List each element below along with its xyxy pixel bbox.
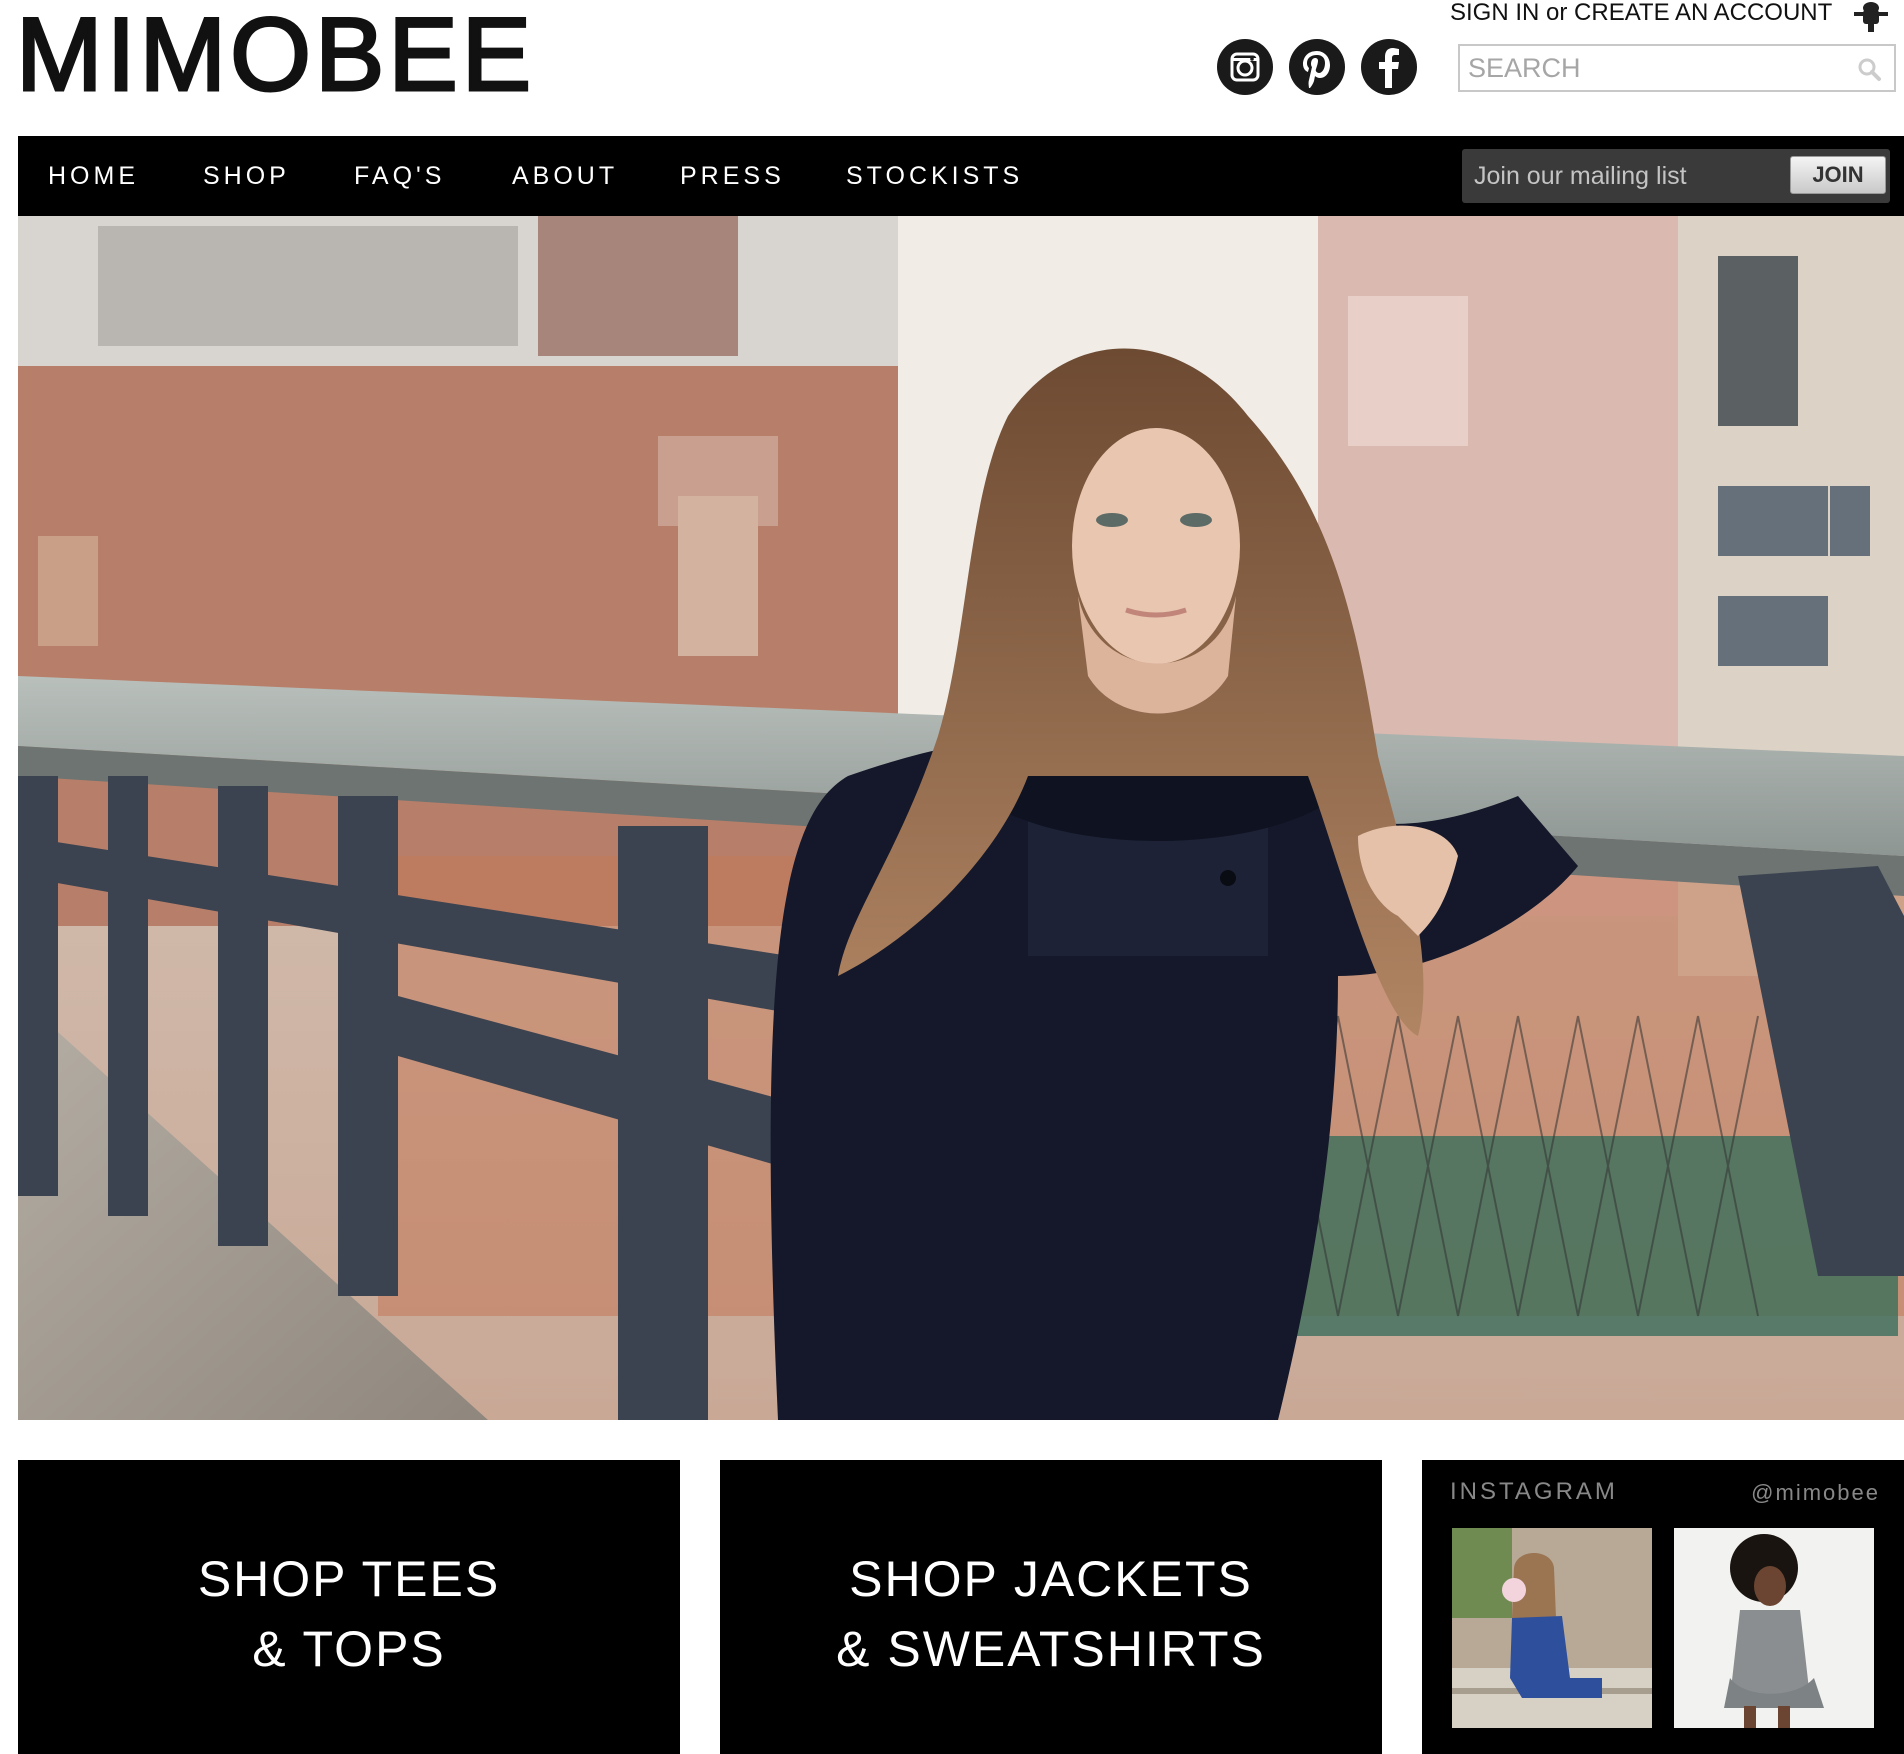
join-button[interactable]: JOIN bbox=[1790, 156, 1886, 194]
search-box bbox=[1458, 44, 1896, 92]
mailing-list-input[interactable] bbox=[1474, 159, 1774, 193]
instagram-icon[interactable] bbox=[1216, 38, 1274, 96]
instagram-photo-2[interactable] bbox=[1674, 1528, 1874, 1728]
instagram-title: INSTAGRAM bbox=[1450, 1478, 1618, 1505]
site-logo[interactable]: MIMOBEE bbox=[14, 0, 535, 112]
nav-stockists[interactable]: STOCKISTS bbox=[846, 136, 1023, 216]
account-or-text: or bbox=[1539, 0, 1575, 26]
nav-home[interactable]: HOME bbox=[48, 136, 139, 216]
hero-image[interactable] bbox=[18, 216, 1904, 1420]
mailing-list-form: JOIN bbox=[1462, 149, 1890, 203]
nav-faqs[interactable]: FAQ'S bbox=[354, 136, 445, 216]
shop-tees-tile[interactable]: SHOP TEES & TOPS bbox=[18, 1460, 680, 1754]
create-account-link[interactable]: CREATE AN ACCOUNT bbox=[1574, 0, 1832, 26]
nav-press[interactable]: PRESS bbox=[680, 136, 785, 216]
shop-jackets-label: SHOP JACKETS & SWEATSHIRTS bbox=[836, 1551, 1266, 1677]
shop-jackets-tile[interactable]: SHOP JACKETS & SWEATSHIRTS bbox=[720, 1460, 1382, 1754]
pinterest-icon[interactable] bbox=[1288, 38, 1346, 96]
instagram-photo-1[interactable] bbox=[1452, 1528, 1652, 1728]
search-input[interactable] bbox=[1468, 50, 1838, 86]
account-links: SIGN IN or CREATE AN ACCOUNT bbox=[1450, 0, 1832, 26]
main-nav: HOME SHOP FAQ'S ABOUT PRESS STOCKISTS JO… bbox=[18, 136, 1904, 216]
facebook-icon[interactable] bbox=[1360, 38, 1418, 96]
instagram-handle[interactable]: @mimobee bbox=[1751, 1480, 1880, 1506]
instagram-widget: INSTAGRAM @mimobee bbox=[1422, 1460, 1904, 1754]
nav-about[interactable]: ABOUT bbox=[512, 136, 618, 216]
shop-tees-label: SHOP TEES & TOPS bbox=[197, 1551, 501, 1677]
search-icon[interactable] bbox=[1856, 56, 1882, 82]
cart-icon[interactable] bbox=[1850, 0, 1892, 36]
nav-shop[interactable]: SHOP bbox=[203, 136, 290, 216]
sign-in-link[interactable]: SIGN IN bbox=[1450, 0, 1539, 26]
